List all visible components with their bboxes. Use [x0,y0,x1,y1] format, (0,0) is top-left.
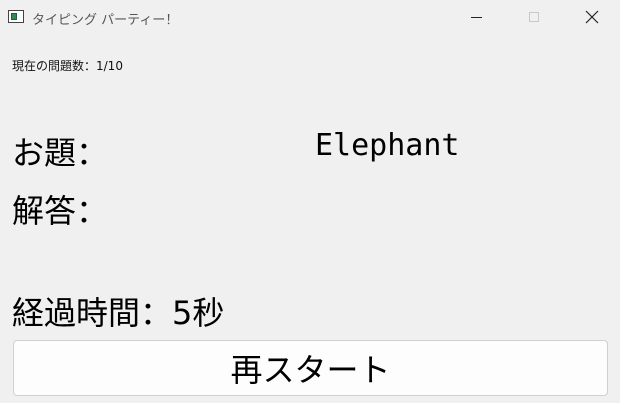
maximize-button[interactable] [506,0,562,34]
prompt-label: お題： [12,134,109,172]
close-icon [585,10,599,24]
restart-button[interactable]: 再スタート [13,340,608,396]
minimize-button[interactable] [448,0,504,34]
app-window: タイピング パーティー！ 現在の問題数：1/10 お題： Elephant 解答… [0,0,620,403]
prompt-word: Elephant [315,128,460,163]
app-icon [8,10,24,23]
window-title: タイピング パーティー！ [32,13,179,28]
elapsed-time: 経過時間：5秒 [12,294,225,332]
close-button[interactable] [564,0,620,34]
maximize-icon [529,12,539,22]
answer-label: 解答： [12,192,109,230]
question-counter: 現在の問題数：1/10 [12,59,123,73]
minimize-icon [470,16,482,18]
title-bar[interactable]: タイピング パーティー！ [0,0,620,34]
